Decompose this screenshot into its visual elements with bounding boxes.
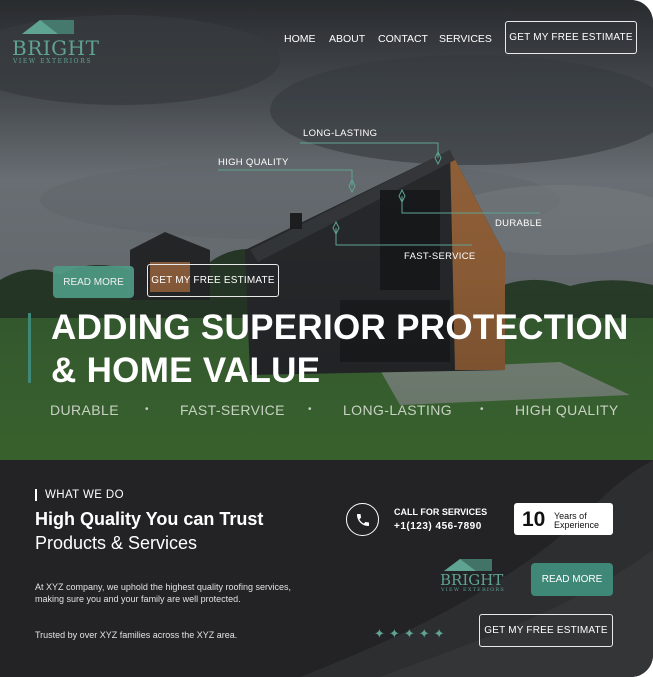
feature-item: FAST-SERVICE bbox=[180, 402, 285, 418]
section-kicker: WHAT WE DO bbox=[35, 489, 124, 501]
nav-services-link[interactable]: SERVICES bbox=[439, 33, 492, 45]
header-estimate-button[interactable]: GET MY FREE ESTIMATE bbox=[505, 21, 637, 54]
brand-logo[interactable]: BRIGHT VIEW EXTERIORS bbox=[12, 18, 99, 68]
separator-dot: • bbox=[308, 404, 312, 415]
brand-tagline: VIEW EXTERIORS bbox=[13, 58, 93, 65]
trust-statement: Trusted by over XYZ families across the … bbox=[35, 630, 238, 640]
sparkle-icon: ✦ bbox=[403, 626, 415, 641]
section-kicker-text: WHAT WE DO bbox=[45, 489, 124, 501]
hero-read-more-button[interactable]: READ MORE bbox=[53, 266, 134, 298]
brand-logo-secondary: BRIGHT VIEW EXTERIORS bbox=[438, 558, 504, 596]
experience-badge: 10 Years of Experience bbox=[514, 503, 613, 535]
hero-headline-line2: & HOME VALUE bbox=[51, 351, 321, 390]
feature-item: LONG-LASTING bbox=[343, 402, 453, 418]
sparkle-icon: ✦ bbox=[433, 626, 445, 641]
section-description: At XYZ company, we uphold the highest qu… bbox=[35, 582, 291, 604]
annotation-durable: DURABLE bbox=[495, 218, 542, 229]
nav-home-link[interactable]: HOME bbox=[284, 33, 316, 45]
section-title-regular: Products & Services bbox=[35, 533, 198, 553]
sparkle-icon: ✦ bbox=[388, 626, 400, 641]
call-label: CALL FOR SERVICES bbox=[394, 507, 488, 517]
section-estimate-button[interactable]: GET MY FREE ESTIMATE bbox=[479, 614, 613, 647]
section-read-more-button[interactable]: READ MORE bbox=[531, 563, 613, 596]
annotation-long-lasting: LONG-LASTING bbox=[303, 128, 378, 139]
hero-headline: ADDING SUPERIOR PROTECTION & HOME VALUE bbox=[51, 306, 629, 392]
section-title-bold: High Quality You can Trust bbox=[35, 509, 264, 529]
feature-item: DURABLE bbox=[50, 402, 119, 418]
hero-estimate-button[interactable]: GET MY FREE ESTIMATE bbox=[147, 264, 279, 297]
separator-dot: • bbox=[145, 404, 149, 415]
years-number: 10 bbox=[522, 508, 546, 531]
separator-dot: • bbox=[480, 404, 484, 415]
nav-contact-link[interactable]: CONTACT bbox=[378, 33, 428, 45]
feature-item: HIGH QUALITY bbox=[515, 402, 619, 418]
house-roof-icon bbox=[22, 20, 74, 34]
sparkle-icon: ✦ bbox=[418, 626, 430, 641]
house-roof-icon bbox=[444, 559, 492, 571]
nav-about-link[interactable]: ABOUT bbox=[329, 33, 365, 45]
phone-number[interactable]: +1(123) 456-7890 bbox=[394, 521, 482, 532]
call-button[interactable] bbox=[346, 503, 379, 536]
hero-headline-line1: ADDING SUPERIOR PROTECTION bbox=[51, 308, 629, 347]
headline-accent-bar bbox=[28, 313, 31, 383]
what-we-do-section: WHAT WE DO High Quality You can Trust Pr… bbox=[0, 460, 653, 677]
phone-icon bbox=[356, 513, 369, 526]
rating-stars: ✦ ✦ ✦ ✦ ✦ bbox=[374, 627, 445, 641]
brand-name: BRIGHT bbox=[12, 36, 100, 60]
landing-page: BRIGHT VIEW EXTERIORS HOME ABOUT CONTACT… bbox=[0, 0, 653, 677]
sparkle-icon: ✦ bbox=[374, 626, 385, 641]
years-label-line2: Experience bbox=[554, 520, 600, 530]
brand-tagline: VIEW EXTERIORS bbox=[441, 587, 505, 593]
annotation-fast-service: FAST-SERVICE bbox=[404, 251, 476, 262]
annotation-high-quality: HIGH QUALITY bbox=[218, 157, 289, 168]
hero-section: BRIGHT VIEW EXTERIORS HOME ABOUT CONTACT… bbox=[0, 0, 653, 460]
